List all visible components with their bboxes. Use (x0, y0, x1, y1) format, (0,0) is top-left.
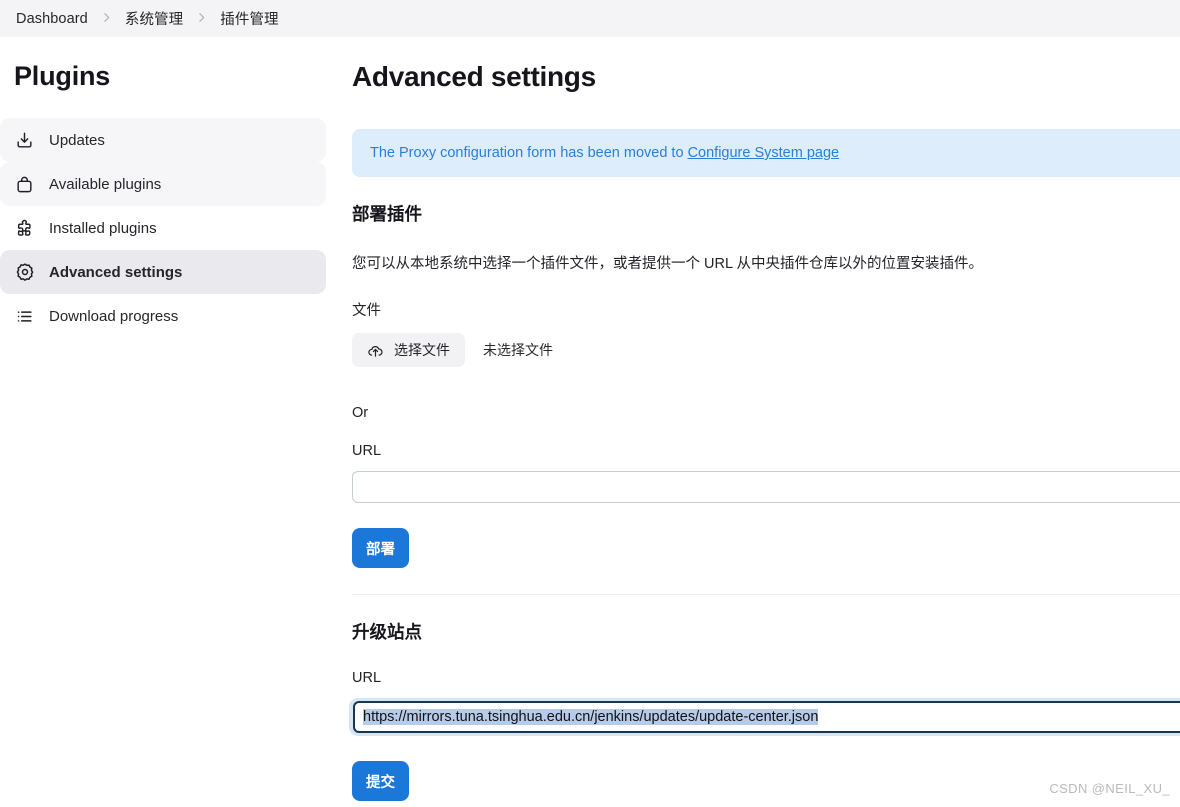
upload-cloud-icon (367, 342, 384, 359)
sidebar-item-installed-plugins[interactable]: Installed plugins (0, 206, 326, 250)
list-icon (14, 306, 35, 327)
upgrade-submit-button[interactable]: 提交 (352, 761, 409, 801)
notification-text: The Proxy configuration form has been mo… (370, 145, 840, 161)
page-body: Plugins Updates Available plugins Instal… (0, 37, 1180, 807)
sidebar-item-updates[interactable]: Updates (0, 118, 326, 162)
breadcrumb-item-system-management[interactable]: 系统管理 (113, 8, 195, 29)
upgrade-site-heading: 升级站点 (352, 622, 422, 642)
deploy-submit-button[interactable]: 部署 (352, 528, 409, 568)
deploy-plugin-description: 您可以从本地系统中选择一个插件文件，或者提供一个 URL 从中央插件仓库以外的位… (352, 256, 984, 272)
chevron-right-icon (100, 11, 113, 24)
puzzle-piece-icon (14, 218, 35, 239)
gear-icon (14, 262, 35, 283)
bag-icon (14, 174, 35, 195)
upgrade-url-label: URL (352, 670, 382, 686)
sidebar-item-available-plugins[interactable]: Available plugins (0, 162, 326, 206)
sidebar-item-label: Installed plugins (49, 219, 157, 237)
sidebar-item-advanced-settings[interactable]: Advanced settings (0, 250, 326, 294)
upgrade-url-field-wrapper: https://mirrors.tuna.tsinghua.edu.cn/jen… (349, 698, 1180, 736)
chevron-right-icon (195, 11, 208, 24)
choose-file-button[interactable]: 选择文件 (352, 333, 465, 367)
sidebar-item-label: Download progress (49, 307, 179, 325)
main-content: Advanced settings The Proxy configuratio… (349, 37, 1180, 801)
upgrade-url-value: https://mirrors.tuna.tsinghua.edu.cn/jen… (363, 709, 819, 725)
deploy-url-input[interactable] (352, 471, 1180, 503)
breadcrumb-item-dashboard[interactable]: Dashboard (4, 11, 100, 27)
sidebar-item-label: Updates (49, 131, 105, 149)
breadcrumb: Dashboard 系统管理 插件管理 (0, 0, 1180, 37)
watermark: CSDN @NEIL_XU_ (1049, 781, 1170, 796)
sidebar-item-label: Available plugins (49, 175, 162, 193)
breadcrumb-item-plugin-management[interactable]: 插件管理 (208, 8, 290, 29)
selected-file-status: 未选择文件 (483, 342, 553, 358)
sidebar-title: Plugins (14, 61, 111, 91)
configure-system-page-link[interactable]: Configure System page (688, 145, 840, 161)
upgrade-url-input[interactable]: https://mirrors.tuna.tsinghua.edu.cn/jen… (353, 701, 1180, 733)
deploy-plugin-heading: 部署插件 (352, 204, 422, 224)
sidebar-nav: Updates Available plugins Installed plug… (0, 118, 340, 338)
download-tray-icon (14, 130, 35, 151)
deploy-url-label: URL (352, 443, 382, 459)
section-divider (352, 594, 1180, 595)
page-title: Advanced settings (352, 61, 596, 92)
sidebar: Plugins Updates Available plugins Instal… (0, 37, 340, 338)
proxy-moved-notification: The Proxy configuration form has been mo… (352, 129, 1180, 177)
sidebar-item-download-progress[interactable]: Download progress (0, 294, 326, 338)
sidebar-item-label: Advanced settings (49, 263, 183, 281)
or-separator-label: Or (352, 405, 369, 421)
choose-file-label: 选择文件 (394, 342, 450, 358)
file-field-label: 文件 (352, 303, 381, 319)
file-chooser-row: 选择文件 未选择文件 (352, 333, 1180, 367)
